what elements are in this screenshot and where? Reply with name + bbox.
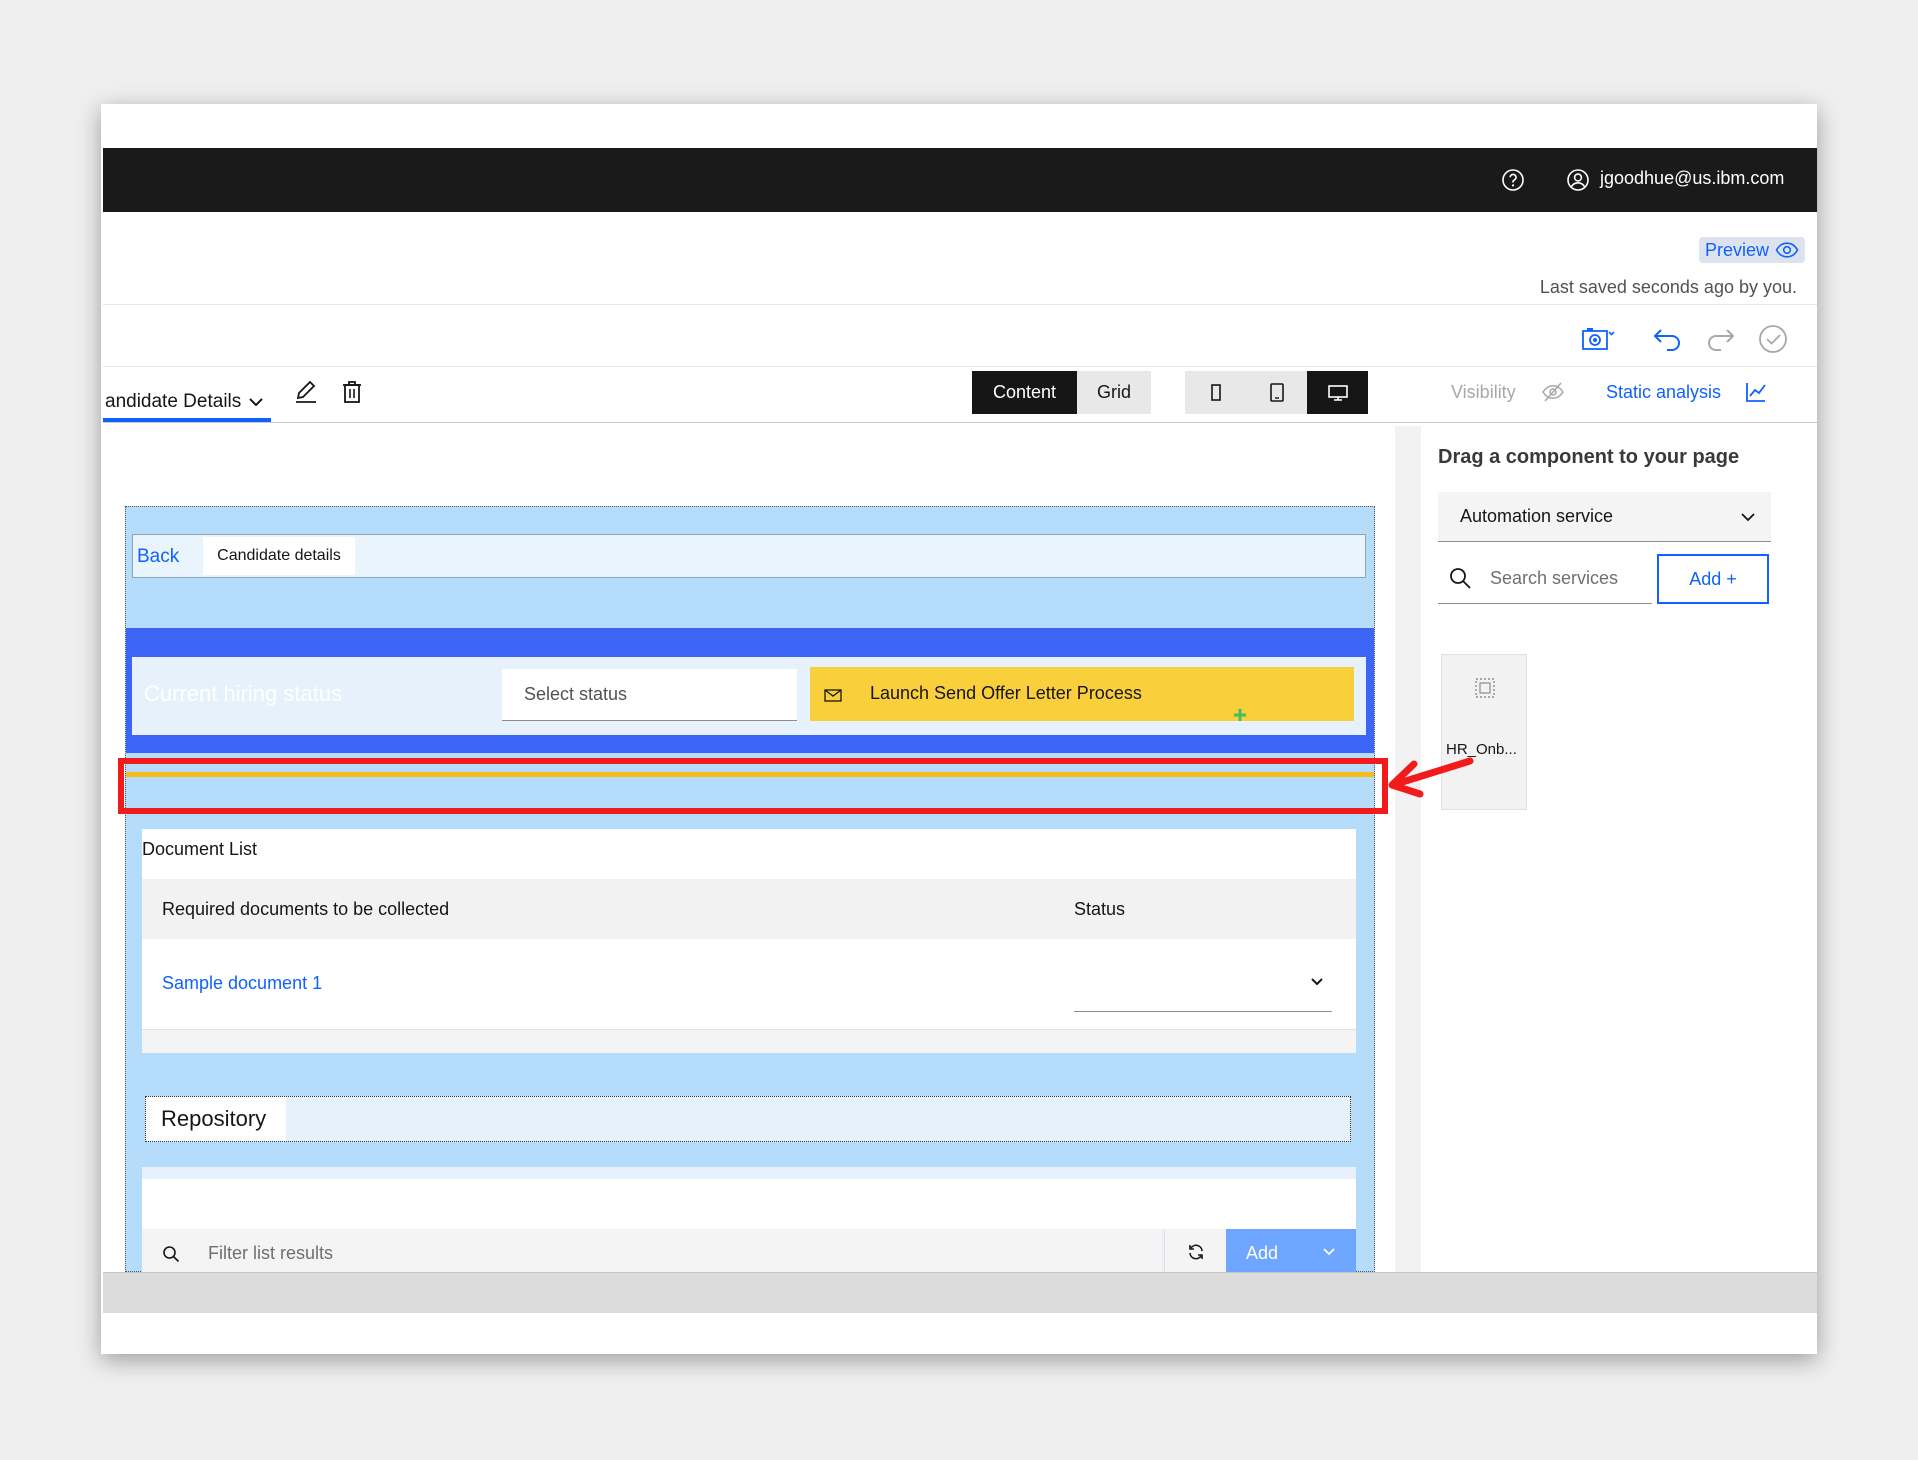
device-phone[interactable] — [1185, 371, 1246, 414]
status-bar — [103, 1272, 1817, 1313]
help-icon[interactable] — [1501, 168, 1525, 192]
table-row: Sample document 1 — [142, 939, 1356, 1030]
tab-content[interactable]: Content — [972, 371, 1077, 414]
chevron-down-icon — [1741, 513, 1755, 522]
column-required-documents: Required documents to be collected — [162, 899, 450, 919]
device-preview-toggle — [1185, 371, 1368, 414]
phone-icon — [1210, 383, 1221, 401]
arrow-annotation-icon — [1388, 757, 1474, 798]
chevron-down-icon — [1311, 978, 1323, 986]
document-list-title: Document List — [142, 839, 258, 859]
chevron-down-icon — [1323, 1248, 1335, 1256]
launch-button-label: Launch Send Offer Letter Process — [870, 683, 1142, 703]
search-icon — [163, 1246, 180, 1263]
view-off-icon[interactable] — [1541, 380, 1565, 404]
add-label: Add — [1246, 1243, 1279, 1263]
divider — [103, 366, 1817, 367]
chart-line-icon[interactable] — [1744, 380, 1768, 404]
hiring-status-section[interactable]: Current hiring status Select status Laun… — [132, 657, 1366, 735]
canvas-scrollbar[interactable] — [1395, 426, 1421, 1272]
eye-icon — [1775, 242, 1799, 258]
preview-button[interactable]: Preview — [1699, 237, 1806, 263]
content-grid-toggle: Content Grid — [972, 371, 1151, 414]
drop-zone-highlight — [118, 758, 1388, 814]
redo-icon[interactable] — [1703, 322, 1737, 356]
table-header: Required documents to be collected Statu… — [142, 879, 1356, 939]
repository-tab[interactable]: Repository — [146, 1097, 286, 1141]
repository-content: Filter list results Add — [142, 1167, 1356, 1273]
automation-service-select[interactable]: Automation service — [1438, 492, 1771, 542]
static-analysis-link[interactable]: Static analysis — [1606, 382, 1721, 403]
repository-section[interactable]: Repository — [145, 1096, 1351, 1142]
back-link[interactable]: Back — [137, 546, 179, 568]
palette-title: Drag a component to your page — [1438, 446, 1740, 468]
top-navigation-bar: jgoodhue@us.ibm.com — [103, 148, 1817, 212]
refresh-icon — [1189, 1244, 1203, 1260]
select-value: Automation service — [1460, 506, 1614, 526]
table-footer — [142, 1030, 1356, 1053]
filter-placeholder: Filter list results — [208, 1243, 334, 1263]
service-tile-icon — [1475, 678, 1495, 698]
last-saved-status: Last saved seconds ago by you. — [1539, 277, 1797, 297]
select-status-dropdown[interactable]: Select status — [502, 669, 797, 721]
document-list: Document List Required documents to be c… — [142, 829, 1356, 1053]
check-circle-icon[interactable] — [1756, 322, 1790, 356]
chevron-down-icon — [249, 398, 263, 407]
refresh-button[interactable] — [1164, 1229, 1227, 1273]
mail-icon — [824, 689, 842, 702]
candidate-details-tab[interactable]: Candidate details — [203, 537, 355, 575]
repository-header — [142, 1179, 1356, 1229]
snapshot-camera-icon[interactable] — [1581, 322, 1615, 356]
add-service-button[interactable]: Add + — [1657, 554, 1769, 604]
divider — [103, 304, 1817, 305]
device-desktop[interactable] — [1307, 371, 1368, 414]
add-document-button[interactable]: Add — [1226, 1229, 1356, 1273]
user-email[interactable]: jgoodhue@us.ibm.com — [1600, 168, 1784, 189]
edit-pencil-icon[interactable] — [293, 379, 319, 405]
header-section[interactable]: Back Candidate details — [132, 534, 1366, 578]
trash-icon[interactable] — [339, 379, 365, 405]
page-canvas: Back Candidate details Current hiring st… — [125, 506, 1375, 1273]
app-window: jgoodhue@us.ibm.com Preview Last saved s… — [101, 104, 1817, 1354]
user-avatar-icon[interactable] — [1566, 168, 1590, 192]
undo-icon[interactable] — [1651, 322, 1685, 356]
sample-document-link[interactable]: Sample document 1 — [162, 973, 322, 994]
search-placeholder: Search services — [1490, 568, 1619, 588]
launch-offer-button[interactable]: Launch Send Offer Letter Process — [810, 667, 1354, 721]
document-status-dropdown[interactable] — [1074, 955, 1332, 1012]
column-status: Status — [1074, 899, 1126, 919]
tab-grid[interactable]: Grid — [1077, 371, 1151, 414]
toolbar-divider — [103, 422, 1817, 423]
drop-plus-icon — [1234, 709, 1246, 721]
filter-list-input[interactable]: Filter list results — [142, 1229, 1162, 1273]
hiring-status-title: Current hiring status — [144, 681, 343, 706]
page-name: andidate Details — [105, 391, 242, 412]
preview-label: Preview — [1705, 239, 1770, 260]
editor-action-icons — [101, 322, 1817, 356]
device-tablet[interactable] — [1246, 371, 1307, 414]
tablet-icon — [1269, 382, 1284, 402]
search-services-input[interactable]: Search services — [1438, 552, 1652, 604]
desktop-icon — [1327, 384, 1348, 401]
visibility-toggle[interactable]: Visibility — [1451, 382, 1516, 403]
search-icon — [1450, 568, 1471, 589]
